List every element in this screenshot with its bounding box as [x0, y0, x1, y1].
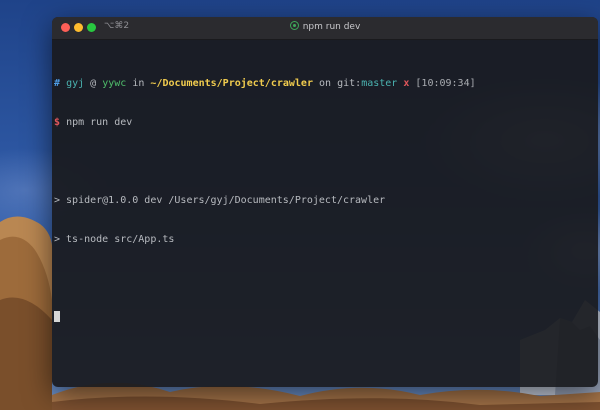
prompt-hash: # [54, 78, 61, 89]
prompt-host: yywc [102, 78, 127, 89]
prompt-time: [10:09:34] [415, 78, 476, 89]
window-title: npm run dev [52, 21, 598, 32]
command-line: $ npm run dev [54, 116, 598, 129]
command-symbol: $ [54, 117, 61, 128]
output-line: > spider@1.0.0 dev /Users/gyj/Documents/… [54, 195, 386, 206]
cursor-line [54, 311, 598, 324]
prompt-at: @ [90, 78, 97, 89]
prompt-line: # gyj @ yywc in ~/Documents/Project/craw… [54, 77, 598, 90]
prompt-branch: master [361, 78, 398, 89]
window-title-text: npm run dev [302, 22, 361, 32]
command-text: npm run dev [66, 117, 133, 128]
prompt-dirty-marker: x [403, 78, 410, 89]
prompt-in: in [132, 78, 145, 89]
terminal-window[interactable]: ⌥⌘2 npm run dev # gyj @ yywc in ~/Docume… [52, 17, 598, 387]
window-titlebar[interactable]: ⌥⌘2 npm run dev [52, 17, 598, 40]
prompt-user: gyj [66, 78, 85, 89]
prompt-git-label: git: [337, 78, 362, 89]
prompt-path: ~/Documents/Project/crawler [150, 78, 313, 89]
terminal-cursor[interactable] [54, 311, 60, 322]
prompt-on: on [319, 78, 332, 89]
node-icon [289, 21, 299, 30]
terminal-content[interactable]: # gyj @ yywc in ~/Documents/Project/craw… [52, 40, 598, 350]
output-line: > ts-node src/App.ts [54, 234, 175, 245]
